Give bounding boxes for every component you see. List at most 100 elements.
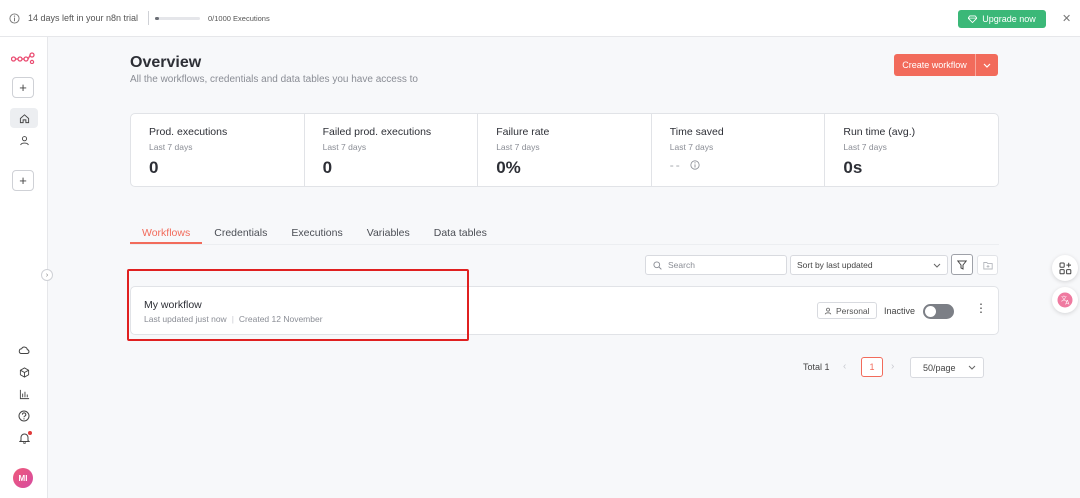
create-workflow-label: Create workflow [902, 60, 967, 70]
workflow-card[interactable]: My workflow Last updated just now | Crea… [130, 286, 999, 335]
meta-separator: | [231, 314, 234, 324]
upgrade-now-label: Upgrade now [982, 14, 1036, 24]
stat-label: Failed prod. executions [322, 126, 432, 138]
create-workflow-button[interactable]: Create workflow [894, 54, 976, 76]
stat-value: 0 [149, 158, 159, 177]
help-icon [18, 410, 30, 422]
sidebar: + + › MI [0, 37, 53, 498]
pagination-total: Total 1 [803, 362, 830, 372]
workflow-status-label: Inactive [884, 306, 916, 316]
collapse-sidebar-button[interactable]: › [41, 269, 53, 281]
chevron-down-icon [933, 263, 941, 268]
stat-value: 0s [843, 158, 863, 177]
diamond-icon [968, 15, 978, 23]
toggle-knob [925, 306, 936, 317]
banner-divider [148, 11, 149, 25]
folder-plus-icon [982, 261, 993, 269]
translate-icon: 文A [1057, 292, 1073, 308]
create-workflow-split-button: Create workflow [894, 54, 998, 76]
tab-variables[interactable]: Variables [355, 222, 422, 244]
stat-run-time[interactable]: Run time (avg.) Last 7 days 0s [825, 114, 998, 186]
filter-button[interactable] [951, 254, 973, 275]
workflow-created: Created 12 November [238, 314, 323, 324]
page-size-select[interactable]: 50/page [910, 357, 984, 378]
workflow-name[interactable]: My workflow [144, 299, 202, 311]
page-size-value: 50/page [923, 362, 956, 373]
user-icon [824, 307, 832, 315]
tab-credentials[interactable]: Credentials [202, 222, 279, 244]
chevron-down-icon [983, 63, 991, 68]
translate-button[interactable]: 文A [1052, 287, 1078, 313]
sidebar-item-personal[interactable] [13, 130, 35, 150]
info-icon [9, 13, 20, 24]
avatar[interactable]: MI [13, 468, 33, 488]
tab-executions[interactable]: Executions [279, 222, 354, 244]
stat-value: -- [669, 158, 682, 172]
workflow-meta: Last updated just now | Created 12 Novem… [144, 314, 323, 324]
owner-badge: Personal [817, 302, 877, 319]
chevron-down-icon [968, 365, 976, 370]
sidebar-item-overview[interactable] [10, 108, 38, 128]
workflow-updated: Last updated just now [144, 314, 227, 324]
workflow-menu-icon[interactable]: ⋮ [975, 301, 987, 315]
tab-workflows[interactable]: Workflows [130, 222, 203, 244]
prev-page-icon[interactable]: ‹ [843, 361, 846, 372]
avatar-initials: MI [18, 473, 28, 483]
page-title: Overview [130, 54, 202, 71]
page-subtitle: All the workflows, credentials and data … [130, 74, 418, 85]
workflow-active-toggle[interactable] [923, 304, 954, 319]
search-icon [653, 260, 662, 270]
page-number-current[interactable]: 1 [861, 357, 883, 377]
box-icon [19, 366, 29, 378]
sidebar-item-help[interactable] [13, 406, 35, 426]
stat-label: Time saved [669, 126, 724, 138]
stat-value-wrapper: -- [670, 158, 825, 172]
sidebar-item-templates[interactable] [13, 362, 35, 382]
tab-bar: Workflows Credentials Executions Variabl… [130, 222, 499, 244]
stat-failed-prod-executions[interactable]: Failed prod. executions Last 7 days 0 [305, 114, 479, 186]
next-page-icon[interactable]: › [891, 361, 894, 372]
upgrade-now-button[interactable]: Upgrade now [958, 10, 1046, 28]
add-item-button[interactable]: + [12, 77, 34, 98]
stat-period: Last 7 days [322, 142, 367, 152]
stat-label: Run time (avg.) [843, 126, 916, 138]
stat-period: Last 7 days [496, 142, 540, 152]
search-box [645, 255, 787, 275]
stat-time-saved[interactable]: Time saved Last 7 days -- [652, 114, 826, 186]
filter-icon [957, 260, 967, 270]
n8n-logo-icon [11, 52, 35, 64]
sort-select-value: Sort by last updated [797, 260, 873, 270]
stat-value: 0 [322, 158, 333, 177]
close-banner-icon[interactable]: ✕ [1062, 12, 1071, 25]
executions-progress-fill [155, 17, 159, 20]
tab-data-tables[interactable]: Data tables [422, 222, 499, 244]
executions-progress [155, 17, 200, 20]
add-project-button[interactable]: + [12, 170, 34, 191]
insights-summary: Prod. executions Last 7 days 0 Failed pr… [130, 113, 999, 187]
sidebar-item-cloud[interactable] [13, 340, 35, 360]
stat-period: Last 7 days [669, 142, 714, 152]
trial-text: 14 days left in your n8n trial [28, 13, 139, 23]
stat-prod-executions[interactable]: Prod. executions Last 7 days 0 [131, 114, 305, 186]
tab-divider [130, 244, 999, 245]
home-icon [19, 113, 29, 123]
create-workflow-dropdown[interactable] [976, 54, 998, 76]
stat-label: Failure rate [496, 126, 550, 138]
user-icon [19, 135, 29, 145]
stat-period: Last 7 days [149, 142, 193, 152]
info-icon[interactable] [690, 160, 700, 170]
notification-dot [28, 431, 32, 435]
stat-period: Last 7 days [843, 142, 887, 152]
stat-failure-rate[interactable]: Failure rate Last 7 days 0% [478, 114, 652, 186]
trial-banner: 14 days left in your n8n trial 0/1000 Ex… [0, 0, 1080, 37]
sort-select[interactable]: Sort by last updated [790, 255, 948, 275]
sidebar-item-insights[interactable] [13, 384, 35, 404]
executions-text: 0/1000 Executions [208, 14, 270, 23]
stat-value: 0% [496, 158, 521, 177]
search-input[interactable] [668, 260, 778, 270]
apps-add-button[interactable] [1052, 255, 1078, 281]
apps-add-icon [1059, 262, 1071, 274]
create-folder-button[interactable] [977, 255, 998, 275]
stat-label: Prod. executions [149, 126, 228, 138]
bar-chart-icon [19, 389, 29, 399]
